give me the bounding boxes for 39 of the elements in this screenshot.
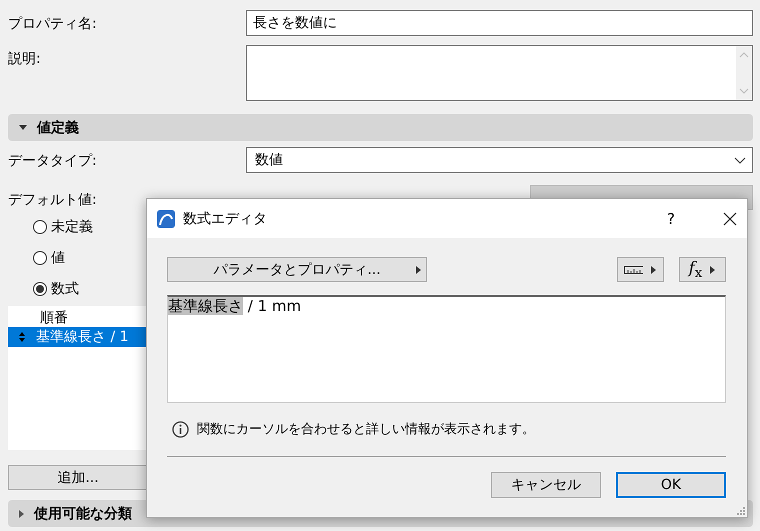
data-type-dropdown[interactable]: 数値: [246, 147, 753, 173]
close-icon[interactable]: [723, 212, 737, 226]
add-button[interactable]: 追加...: [8, 465, 148, 490]
column-header: 順番: [39, 309, 69, 327]
field-label: デフォルト値:: [8, 191, 98, 209]
submenu-arrow-icon: [416, 264, 422, 274]
ruler-button[interactable]: [617, 257, 664, 282]
formula-field[interactable]: 基準線長さ / 1 mm: [167, 295, 726, 403]
info-icon: [172, 420, 189, 438]
radio-label: 未定義: [51, 218, 93, 236]
field-label: 説明:: [8, 50, 42, 68]
section-title: 値定義: [37, 118, 79, 136]
ruler-icon: [624, 266, 644, 274]
section-header[interactable]: 値定義: [8, 114, 753, 141]
submenu-arrow-icon: [710, 264, 716, 274]
radio-button[interactable]: [33, 282, 47, 296]
chevron-down-icon: [734, 156, 746, 164]
dialog-button[interactable]: OK: [616, 472, 726, 498]
collapse-triangle-icon[interactable]: [18, 124, 28, 131]
parameters-button[interactable]: パラメータとプロパティ...: [167, 257, 427, 282]
radio-button[interactable]: [33, 250, 47, 264]
dialog-button[interactable]: キャンセル: [491, 472, 601, 498]
function-button[interactable]: f$_{x}$: [679, 257, 726, 282]
field-label: データタイプ:: [8, 152, 98, 170]
radio-button[interactable]: [33, 220, 47, 234]
expand-triangle-icon[interactable]: [18, 508, 25, 518]
app-logo-icon: [157, 210, 175, 228]
help-button[interactable]: ?: [667, 210, 675, 228]
radio-label: 値: [51, 248, 65, 266]
list-row[interactable]: 基準線長さ / 1: [8, 327, 148, 347]
section-title: 使用可能な分類: [34, 504, 132, 522]
dialog-title: 数式エディタ: [183, 210, 268, 228]
reorder-icon[interactable]: [18, 331, 26, 343]
property-name-field[interactable]: 長さを数値に: [246, 10, 753, 36]
radio-label: 数式: [51, 280, 79, 298]
resize-grip-icon[interactable]: [735, 505, 745, 515]
submenu-arrow-icon: [651, 264, 657, 274]
field-label: プロパティ名:: [8, 15, 98, 33]
info-text: 関数にカーソルを合わせると詳しい情報が表示されます。: [197, 421, 535, 438]
